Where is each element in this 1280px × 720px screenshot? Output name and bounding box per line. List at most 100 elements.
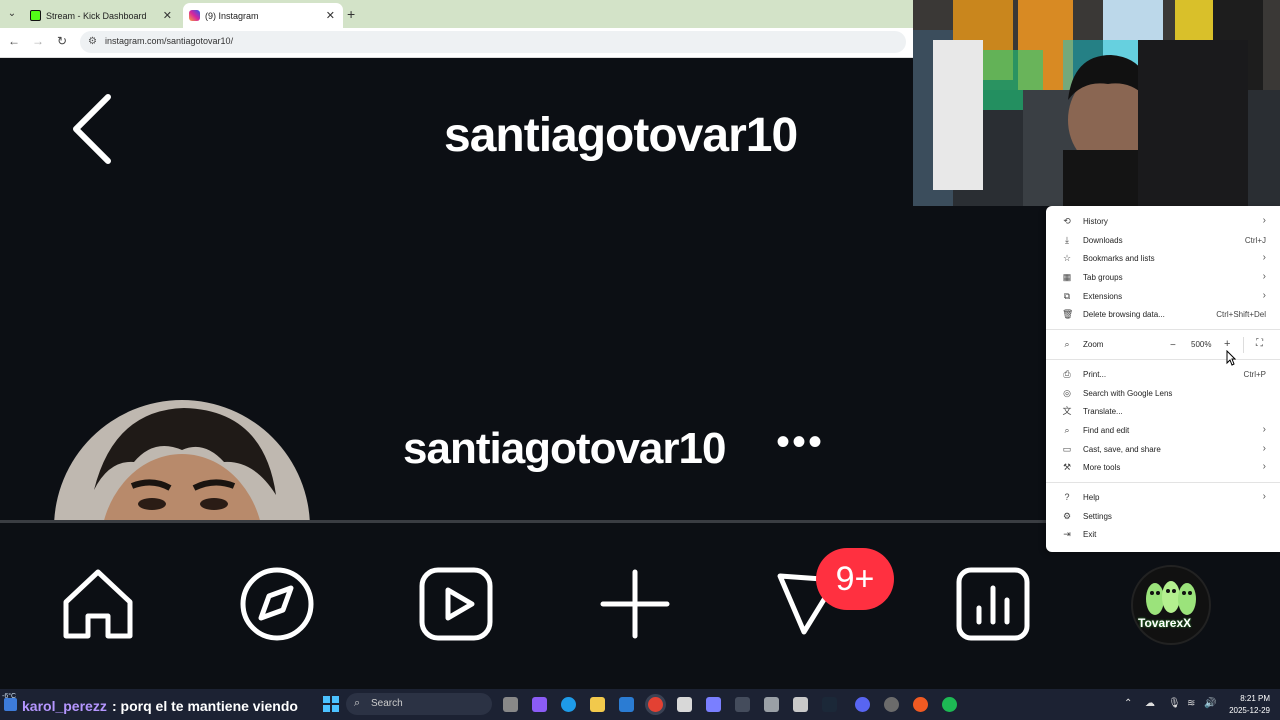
mouse-cursor-icon [1226,349,1237,371]
close-icon[interactable]: ✕ [163,9,172,22]
menu-item-extensions[interactable]: ⧉ Extensions › [1046,288,1280,306]
menu-item-cast-save-share[interactable]: ▭ Cast, save, and share › [1046,441,1280,459]
chevron-right-icon: › [1262,424,1266,435]
puzzle-icon: ⧉ [1063,291,1071,301]
close-icon[interactable]: ✕ [326,9,335,22]
menu-item-find-and-edit[interactable]: ⌕ Find and edit › [1046,422,1280,440]
avatar[interactable] [54,400,310,521]
help-icon: ? [1064,492,1070,502]
menu-item-delete-browsing-data[interactable]: 🗑 Delete browsing data... Ctrl+Shift+Del [1046,306,1280,324]
tab-label: (9) Instagram [205,10,259,21]
wifi-icon[interactable]: ≋ [1187,698,1195,709]
fullscreen-icon[interactable]: ⛶ [1256,338,1263,349]
gear-icon: ⚙ [1062,511,1072,521]
print-icon: ⎙ [1063,369,1071,379]
network-icon[interactable]: ☁ [1145,698,1155,709]
spotify-icon[interactable] [942,697,957,712]
new-tab-button[interactable]: + [347,6,355,22]
menu-separator [1046,359,1280,360]
reload-button[interactable]: ↻ [54,34,70,48]
webcam-overlay [913,0,1280,206]
tools-icon[interactable] [764,697,779,712]
tab-search-button[interactable]: ⌄ [4,6,20,22]
menu-item-help[interactable]: ? Help › [1046,489,1280,507]
windows-start-icon[interactable] [323,696,339,717]
clock-date[interactable]: 2025-12-29 [1222,706,1270,715]
steam-icon[interactable] [822,697,837,712]
menu-item-print[interactable]: ⎙ Print... Ctrl+P [1046,366,1280,384]
menu-item-zoom: ⌕ Zoom [1046,336,1280,354]
url-text[interactable]: instagram.com/santiagotovar10/ [105,36,233,46]
app-icon[interactable] [706,697,721,712]
bottom-nav [0,523,1046,689]
reels-icon[interactable] [418,566,494,642]
menu-item-translate[interactable]: 文 Translate... [1046,403,1280,421]
chevron-up-icon[interactable]: ⌃ [1124,698,1132,709]
home-icon[interactable] [60,566,136,642]
zoom-out-button[interactable]: − [1170,340,1176,351]
chrome-icon[interactable] [648,697,663,712]
profile-username: santiagotovar10 [403,424,726,473]
cast-icon: ▭ [1062,444,1072,454]
grid-icon: ▦ [1062,272,1072,282]
page-title: santiagotovar10 [444,109,798,162]
translate-icon: 文 [1062,406,1072,416]
widget-icon[interactable] [4,698,17,711]
chevron-right-icon: › [1262,252,1266,263]
menu-item-more-tools[interactable]: ⚒ More tools › [1046,459,1280,477]
menu-item-exit[interactable]: ⇥ Exit [1046,526,1280,544]
chat-message: : porq el te mantiene viendo [112,698,298,714]
create-icon[interactable] [597,566,673,642]
stats-icon[interactable] [955,566,1031,642]
exit-icon: ⇥ [1063,529,1071,539]
menu-item-google-lens[interactable]: ◎ Search with Google Lens [1046,385,1280,403]
instagram-favicon-icon [189,10,200,21]
store-icon[interactable] [677,697,692,712]
zoom-level: 500% [1191,340,1212,349]
back-button[interactable]: ← [6,34,22,48]
menu-item-settings[interactable]: ⚙ Settings [1046,508,1280,526]
task-view-icon[interactable] [503,697,518,712]
search-icon: ⌕ [354,697,361,709]
ea-icon[interactable] [913,697,928,712]
menu-item-history[interactable]: ⟲ History › [1046,213,1280,231]
clock-time[interactable]: 8:21 PM [1226,694,1270,703]
copilot-icon[interactable] [532,697,547,712]
channel-logo [1131,565,1211,645]
file-explorer-icon[interactable] [590,697,605,712]
tab-kick-dashboard[interactable]: Stream - Kick Dashboard ✕ [24,3,180,28]
discord-icon[interactable] [855,697,870,712]
search-placeholder: Search [371,698,403,709]
menu-item-downloads[interactable]: ⤓ Downloads Ctrl+J [1046,232,1280,250]
back-chevron-icon[interactable] [70,93,114,178]
zoom-in-button[interactable]: + [1224,338,1230,350]
star-icon: ☆ [1062,253,1072,263]
site-info-icon[interactable]: ⚙ [88,36,97,47]
find-icon: ⌕ [1064,425,1070,435]
channel-logo-text: TovarexX [1138,616,1192,630]
lens-icon: ◎ [1063,388,1071,398]
volume-icon[interactable]: 🔊 [1204,698,1216,709]
trash-icon: 🗑 [1062,309,1074,319]
menu-item-tab-groups[interactable]: ▦ Tab groups › [1046,269,1280,287]
tab-label: Stream - Kick Dashboard [46,10,147,21]
explore-icon[interactable] [239,566,315,642]
edge-icon[interactable] [561,697,576,712]
notification-badge[interactable]: 9+ [816,548,894,610]
menu-item-bookmarks[interactable]: ☆ Bookmarks and lists › [1046,250,1280,268]
obs-icon[interactable] [884,697,899,712]
tab-instagram[interactable]: (9) Instagram ✕ [183,3,343,28]
taskbar-search[interactable] [346,693,492,715]
menu-separator [1046,482,1280,483]
more-options-button[interactable]: ••• [776,420,824,465]
chevron-right-icon: › [1262,215,1266,226]
history-icon: ⟲ [1063,216,1071,226]
apps-grid-icon[interactable] [735,697,750,712]
notepad-icon[interactable] [793,697,808,712]
outlook-icon[interactable] [619,697,634,712]
divider [1243,337,1244,353]
microphone-icon[interactable]: 🎙 [1168,698,1181,709]
chrome-menu: ⟲ History › ⤓ Downloads Ctrl+J ☆ Bookmar… [1046,206,1280,552]
menu-separator [1046,329,1280,330]
forward-button[interactable]: → [30,34,46,48]
